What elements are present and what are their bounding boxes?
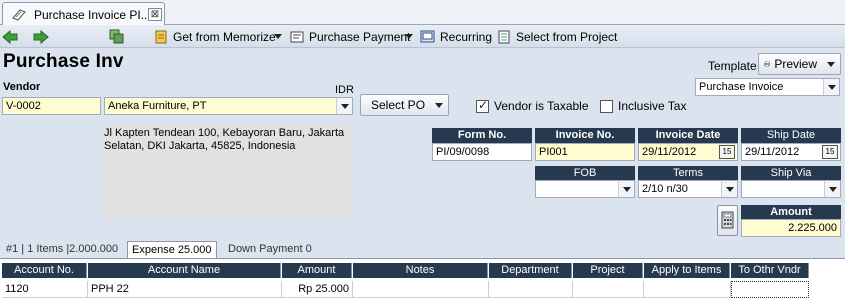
chevron-down-icon: [274, 34, 282, 39]
calculator-button[interactable]: [717, 205, 738, 236]
recurring-label: Recurring: [440, 29, 493, 44]
chevron-down-icon: [721, 181, 737, 197]
toolbar: Get from Memorize Purchase Payment Recur…: [0, 25, 845, 48]
amount-header: Amount: [741, 205, 841, 220]
fob-select[interactable]: [535, 180, 635, 198]
vendor-taxable-label: Vendor is Taxable: [494, 99, 589, 113]
ship-date-value: 29/11/2012: [745, 146, 800, 158]
copy-records-icon[interactable]: [109, 28, 125, 45]
table-cell[interactable]: PPH 22: [88, 281, 282, 298]
chevron-down-icon: [435, 102, 444, 108]
invoice-date-field[interactable]: 29/11/2012 15: [638, 143, 738, 161]
checkbox-unchecked-icon: [600, 99, 613, 113]
invoice-doc-icon: [12, 9, 26, 21]
column-header[interactable]: Account Name: [88, 263, 281, 278]
column-header[interactable]: Department: [489, 263, 572, 278]
terms-select[interactable]: 2/10 n/30: [638, 180, 738, 198]
amount-field: 2.225.000: [741, 219, 841, 237]
purchase-payment-button[interactable]: Purchase Payment: [290, 28, 410, 45]
ship-date-header: Ship Date: [741, 128, 841, 143]
chevron-down-icon: [823, 79, 839, 95]
table-cell[interactable]: Rp 25.000: [282, 281, 353, 298]
template-select[interactable]: Purchase Invoice: [695, 78, 840, 96]
select-po-label: Select PO: [371, 98, 426, 112]
tab-down-payment[interactable]: Down Payment 0: [224, 241, 316, 258]
vendor-name-value: Aneka Furniture, PT: [108, 100, 207, 112]
column-header[interactable]: Notes: [353, 263, 488, 278]
checkbox-checked-icon: [476, 98, 489, 113]
payment-icon: [290, 31, 304, 42]
table-cell[interactable]: 1120: [2, 281, 88, 298]
table-cell[interactable]: [573, 281, 644, 298]
fob-header: FOB: [535, 166, 635, 181]
currency-label: IDR: [335, 84, 354, 96]
memorize-dropdown-arrow[interactable]: [274, 28, 282, 45]
chevron-down-icon: [405, 34, 413, 39]
purchase-payment-label: Purchase Payment: [309, 29, 411, 44]
column-header[interactable]: Account No.: [2, 263, 87, 278]
ship-via-select[interactable]: [741, 180, 841, 198]
vendor-address[interactable]: Jl Kapten Tendean 100, Kebayoran Baru, J…: [103, 125, 353, 218]
document-tab-strip: Purchase Invoice PI... ⊠: [0, 0, 845, 25]
form-no-header: Form No.: [432, 128, 532, 143]
tab-items[interactable]: #1 | 1 Items |2.000.000: [2, 241, 122, 258]
address-line-1: Jl Kapten Tendean 100, Kebayoran Baru, J…: [104, 127, 345, 139]
calendar-icon[interactable]: 15: [822, 145, 838, 159]
chevron-down-icon: [336, 98, 352, 114]
invoice-no-header: Invoice No.: [535, 128, 635, 143]
form-no-field[interactable]: PI/09/0098: [432, 143, 532, 161]
tab-title: Purchase Invoice PI...: [34, 8, 151, 22]
column-header[interactable]: Amount: [282, 263, 352, 278]
calendar-icon[interactable]: 15: [719, 145, 735, 159]
project-list-icon: [498, 30, 510, 43]
calculator-icon: [721, 211, 734, 229]
table-cell[interactable]: [644, 281, 731, 298]
ship-via-header: Ship Via: [741, 166, 841, 181]
get-from-memorize-button[interactable]: Get from Memorize: [154, 28, 276, 45]
back-arrow-icon[interactable]: [2, 28, 18, 45]
chevron-down-icon: [824, 181, 840, 197]
page-title: Purchase Inv: [3, 51, 124, 72]
column-header[interactable]: Project: [573, 263, 643, 278]
select-po-button[interactable]: Select PO: [360, 94, 449, 116]
expense-grid: Account No. Account Name Amount Notes De…: [0, 258, 845, 306]
template-label: Template: [708, 59, 757, 73]
chevron-down-icon: [618, 181, 634, 197]
invoice-no-field[interactable]: PI001: [535, 143, 635, 161]
inclusive-tax-checkbox[interactable]: Inclusive Tax: [600, 99, 686, 113]
select-from-project-button[interactable]: Select from Project: [497, 28, 617, 45]
memorize-icon: [155, 30, 167, 43]
inclusive-tax-label: Inclusive Tax: [618, 99, 687, 113]
select-from-project-label: Select from Project: [516, 29, 618, 44]
get-from-memorize-label: Get from Memorize: [173, 29, 276, 44]
table-cell[interactable]: [489, 281, 573, 298]
table-cell[interactable]: [731, 281, 809, 298]
column-header[interactable]: To Othr Vndr: [731, 263, 809, 278]
purchase-invoice-tab[interactable]: Purchase Invoice PI... ⊠: [2, 2, 165, 25]
vendor-name-select[interactable]: Aneka Furniture, PT: [104, 97, 353, 115]
table-cell[interactable]: [353, 281, 489, 298]
preview-label: Preview: [774, 57, 817, 71]
close-tab-icon[interactable]: ⊠: [148, 8, 162, 21]
column-header[interactable]: Apply to Items: [644, 263, 730, 278]
vendor-taxable-checkbox[interactable]: Vendor is Taxable: [476, 98, 589, 113]
preview-button[interactable]: Preview: [758, 53, 841, 75]
vendor-label: Vendor: [3, 81, 41, 93]
invoice-date-header: Invoice Date: [638, 128, 738, 143]
invoice-date-value: 29/11/2012: [642, 146, 697, 158]
chevron-down-icon: [827, 61, 835, 67]
tab-expense[interactable]: Expense 25.000: [127, 241, 217, 258]
ship-date-field[interactable]: 29/11/2012 15: [741, 143, 841, 161]
payment-dropdown-arrow[interactable]: [405, 28, 413, 45]
terms-header: Terms: [638, 166, 738, 181]
printer-icon: [764, 61, 771, 67]
address-line-2: Selatan, DKI Jakarta, 45825, Indonesia: [104, 140, 296, 152]
forward-arrow-icon[interactable]: [33, 28, 49, 45]
recurring-icon: [420, 30, 435, 42]
template-value: Purchase Invoice: [699, 81, 784, 93]
recurring-button[interactable]: Recurring: [420, 28, 492, 45]
terms-value: 2/10 n/30: [642, 183, 688, 195]
vendor-code-field[interactable]: V-0002: [2, 97, 101, 115]
